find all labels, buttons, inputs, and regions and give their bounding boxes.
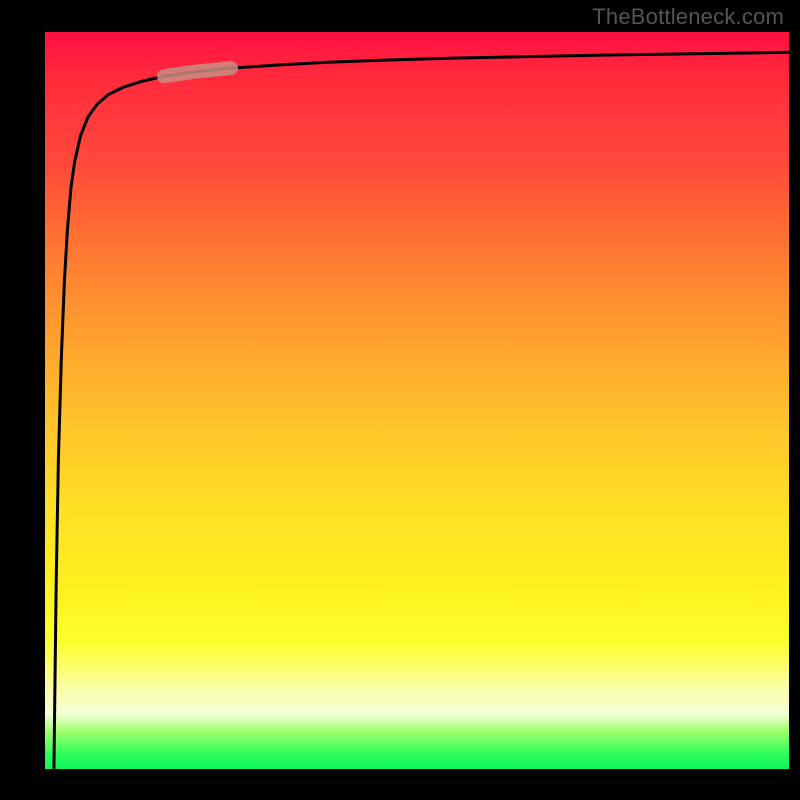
watermark-text: TheBottleneck.com [592, 4, 784, 30]
chart-stage: TheBottleneck.com [0, 0, 800, 800]
plot-gradient-area [45, 32, 789, 769]
